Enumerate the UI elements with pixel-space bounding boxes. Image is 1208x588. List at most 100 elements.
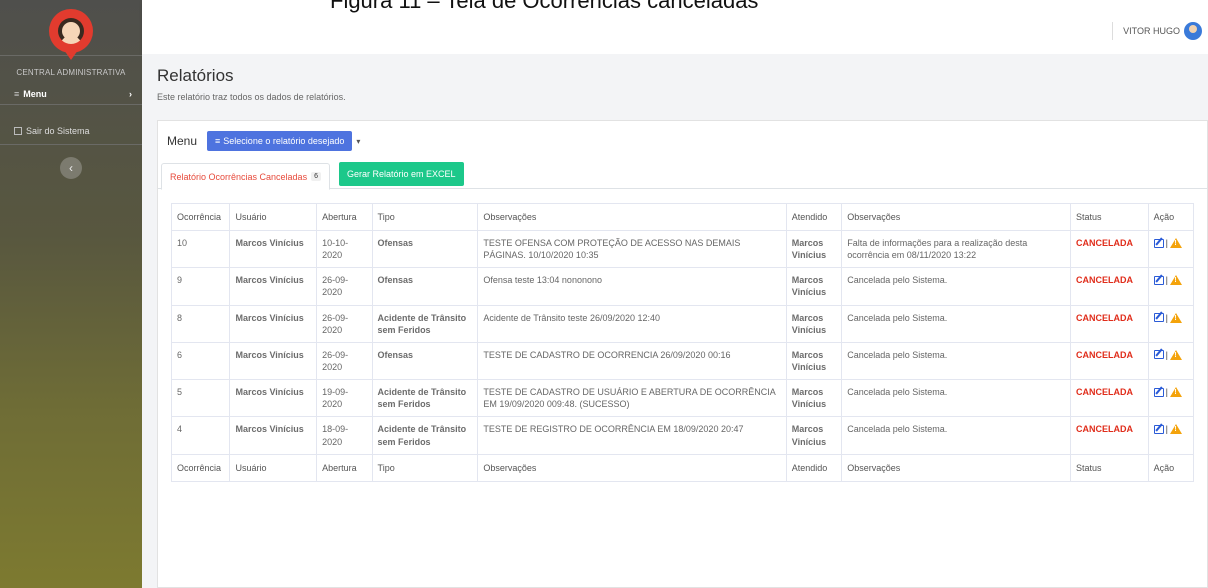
chevron-right-icon: ›: [129, 88, 132, 99]
header-col-acao[interactable]: Ação: [1147, 453, 1195, 482]
cell-observacoes: Ofensa teste 13:04 nononono: [477, 267, 787, 306]
cell-tipo: Ofensas: [371, 341, 479, 381]
header-col-usuario[interactable]: Usuário: [229, 203, 318, 231]
cell-usuario: Marcos Vinícius: [229, 341, 318, 381]
cell-observacoes-2: Cancelada pelo Sistema.: [841, 416, 1071, 455]
cell-ocorrencia: 4: [170, 416, 231, 455]
edit-icon[interactable]: [1153, 387, 1164, 397]
header-col-observacoes-2[interactable]: Observações: [841, 453, 1071, 482]
cell-usuario: Marcos Vinícius: [229, 229, 318, 269]
header-col-atendido[interactable]: Atendido: [785, 453, 843, 482]
header-col-status[interactable]: Status: [1069, 453, 1149, 482]
sidebar-item-label: Menu: [23, 88, 47, 99]
edit-icon[interactable]: [1153, 238, 1164, 248]
table-row: 9 Marcos Vinícius 26-09-2020 Ofensas Ofensa …: [170, 267, 1195, 306]
status-badge: CANCELADA: [1069, 379, 1149, 418]
figure-caption: Figura 11 – Tela de Ocorrências cancelad…: [330, 0, 759, 13]
menu-row: Menu ≡ Selecione o relatório desejado ▾: [167, 131, 360, 151]
cell-acao: |: [1147, 267, 1195, 306]
action-separator: |: [1165, 238, 1168, 248]
cell-atendido: Marcos Vinícius: [785, 304, 843, 343]
cell-acao: |: [1147, 229, 1195, 269]
cell-ocorrencia: 5: [170, 379, 231, 418]
action-separator: |: [1165, 349, 1168, 360]
user-menu[interactable]: VITOR HUGO: [1112, 22, 1202, 40]
warning-icon[interactable]: [1169, 349, 1182, 360]
logo-icon: [49, 8, 93, 60]
tab-label: Relatório Ocorrências Canceladas: [170, 171, 308, 182]
cell-observacoes: TESTE DE CADASTRO DE OCORRENCIA 26/09/20…: [477, 341, 787, 381]
header-col-ocorrencia[interactable]: Ocorrência: [170, 453, 231, 482]
header-col-tipo[interactable]: Tipo: [371, 453, 479, 482]
header-col-tipo[interactable]: Tipo: [371, 203, 479, 231]
cell-abertura: 26-09-2020: [316, 267, 373, 306]
warning-icon[interactable]: [1169, 275, 1182, 286]
header-col-observacoes-2[interactable]: Observações: [841, 203, 1071, 231]
cell-atendido: Marcos Vinícius: [785, 416, 843, 455]
cell-usuario: Marcos Vinícius: [229, 416, 318, 455]
action-separator: |: [1165, 275, 1168, 286]
sidebar-item-exit[interactable]: Sair do Sistema: [0, 123, 142, 145]
list-icon: ≡: [215, 136, 221, 146]
cell-ocorrencia: 6: [170, 341, 231, 381]
edit-icon[interactable]: [1153, 424, 1164, 434]
hamburger-icon: ≡: [14, 88, 20, 99]
header-col-usuario[interactable]: Usuário: [229, 453, 318, 482]
cell-tipo: Ofensas: [371, 229, 479, 269]
header-col-atendido[interactable]: Atendido: [785, 203, 843, 231]
action-separator: |: [1165, 387, 1168, 398]
sidebar-item-label: Sair do Sistema: [26, 125, 90, 136]
header-col-ocorrencia[interactable]: Ocorrência: [170, 203, 231, 231]
cell-abertura: 10-10-2020: [316, 229, 373, 269]
header-col-status[interactable]: Status: [1069, 203, 1149, 231]
report-card: Menu ≡ Selecione o relatório desejado ▾ …: [157, 120, 1208, 588]
cell-tipo: Acidente de Trânsito sem Feridos: [371, 304, 479, 343]
cell-observacoes: Acidente de Trânsito teste 26/09/2020 12…: [477, 304, 787, 343]
header-col-abertura[interactable]: Abertura: [316, 453, 373, 482]
tab-canceladas[interactable]: Relatório Ocorrências Canceladas 6: [161, 163, 330, 190]
cell-acao: |: [1147, 341, 1195, 381]
header-col-abertura[interactable]: Abertura: [316, 203, 373, 231]
tabs: Relatório Ocorrências Canceladas 6 Gerar…: [158, 162, 1207, 190]
status-badge: CANCELADA: [1069, 267, 1149, 306]
select-report-label: Selecione o relatório desejado: [223, 136, 345, 146]
header-col-observacoes[interactable]: Observações: [477, 453, 787, 482]
table-footer-row: Ocorrência Usuário Abertura Tipo Observações…: [170, 453, 1195, 482]
cell-atendido: Marcos Vinícius: [785, 229, 843, 269]
user-name: VITOR HUGO: [1123, 26, 1180, 36]
cell-observacoes-2: Cancelada pelo Sistema.: [841, 267, 1071, 306]
action-separator: |: [1165, 424, 1168, 435]
cell-atendido: Marcos Vinícius: [785, 379, 843, 418]
cell-ocorrencia: 8: [170, 304, 231, 343]
header-col-observacoes[interactable]: Observações: [477, 203, 787, 231]
chevron-down-icon[interactable]: ▾: [356, 137, 360, 146]
warning-icon[interactable]: [1169, 312, 1182, 323]
warning-icon[interactable]: [1169, 424, 1182, 435]
warning-icon[interactable]: [1169, 238, 1182, 249]
status-badge: CANCELADA: [1069, 229, 1149, 269]
warning-icon[interactable]: [1169, 387, 1182, 398]
edit-icon[interactable]: [1153, 275, 1164, 285]
page-title: Relatórios: [157, 66, 234, 85]
cell-usuario: Marcos Vinícius: [229, 304, 318, 343]
cell-abertura: 26-09-2020: [316, 341, 373, 381]
cell-abertura: 19-09-2020: [316, 379, 373, 418]
table-header-row: Ocorrência Usuário Abertura Tipo Observações…: [170, 203, 1195, 231]
cell-tipo: Ofensas: [371, 267, 479, 306]
cell-observacoes-2: Cancelada pelo Sistema.: [841, 341, 1071, 381]
exit-icon: [14, 126, 22, 135]
excel-export-button[interactable]: Gerar Relatório em EXCEL: [339, 162, 464, 186]
edit-icon[interactable]: [1153, 313, 1164, 323]
cell-atendido: Marcos Vinícius: [785, 267, 843, 306]
cell-observacoes-2: Falta de informações para a realização d…: [841, 229, 1071, 269]
select-report-button[interactable]: ≡ Selecione o relatório desejado: [207, 131, 353, 151]
header-col-acao[interactable]: Ação: [1147, 203, 1195, 231]
sidebar-item-menu[interactable]: ≡ Menu ›: [0, 83, 142, 105]
table-row: 10 Marcos Vinícius 10-10-2020 Ofensas TESTE …: [170, 229, 1195, 269]
cell-tipo: Acidente de Trânsito sem Feridos: [371, 379, 479, 418]
sidebar-toggle-button[interactable]: ‹: [60, 157, 82, 179]
table-row: 4 Marcos Vinícius 18-09-2020 Acidente de Tr…: [170, 416, 1195, 455]
edit-icon[interactable]: [1153, 350, 1164, 360]
logo-area: [0, 0, 142, 60]
cell-acao: |: [1147, 416, 1195, 455]
